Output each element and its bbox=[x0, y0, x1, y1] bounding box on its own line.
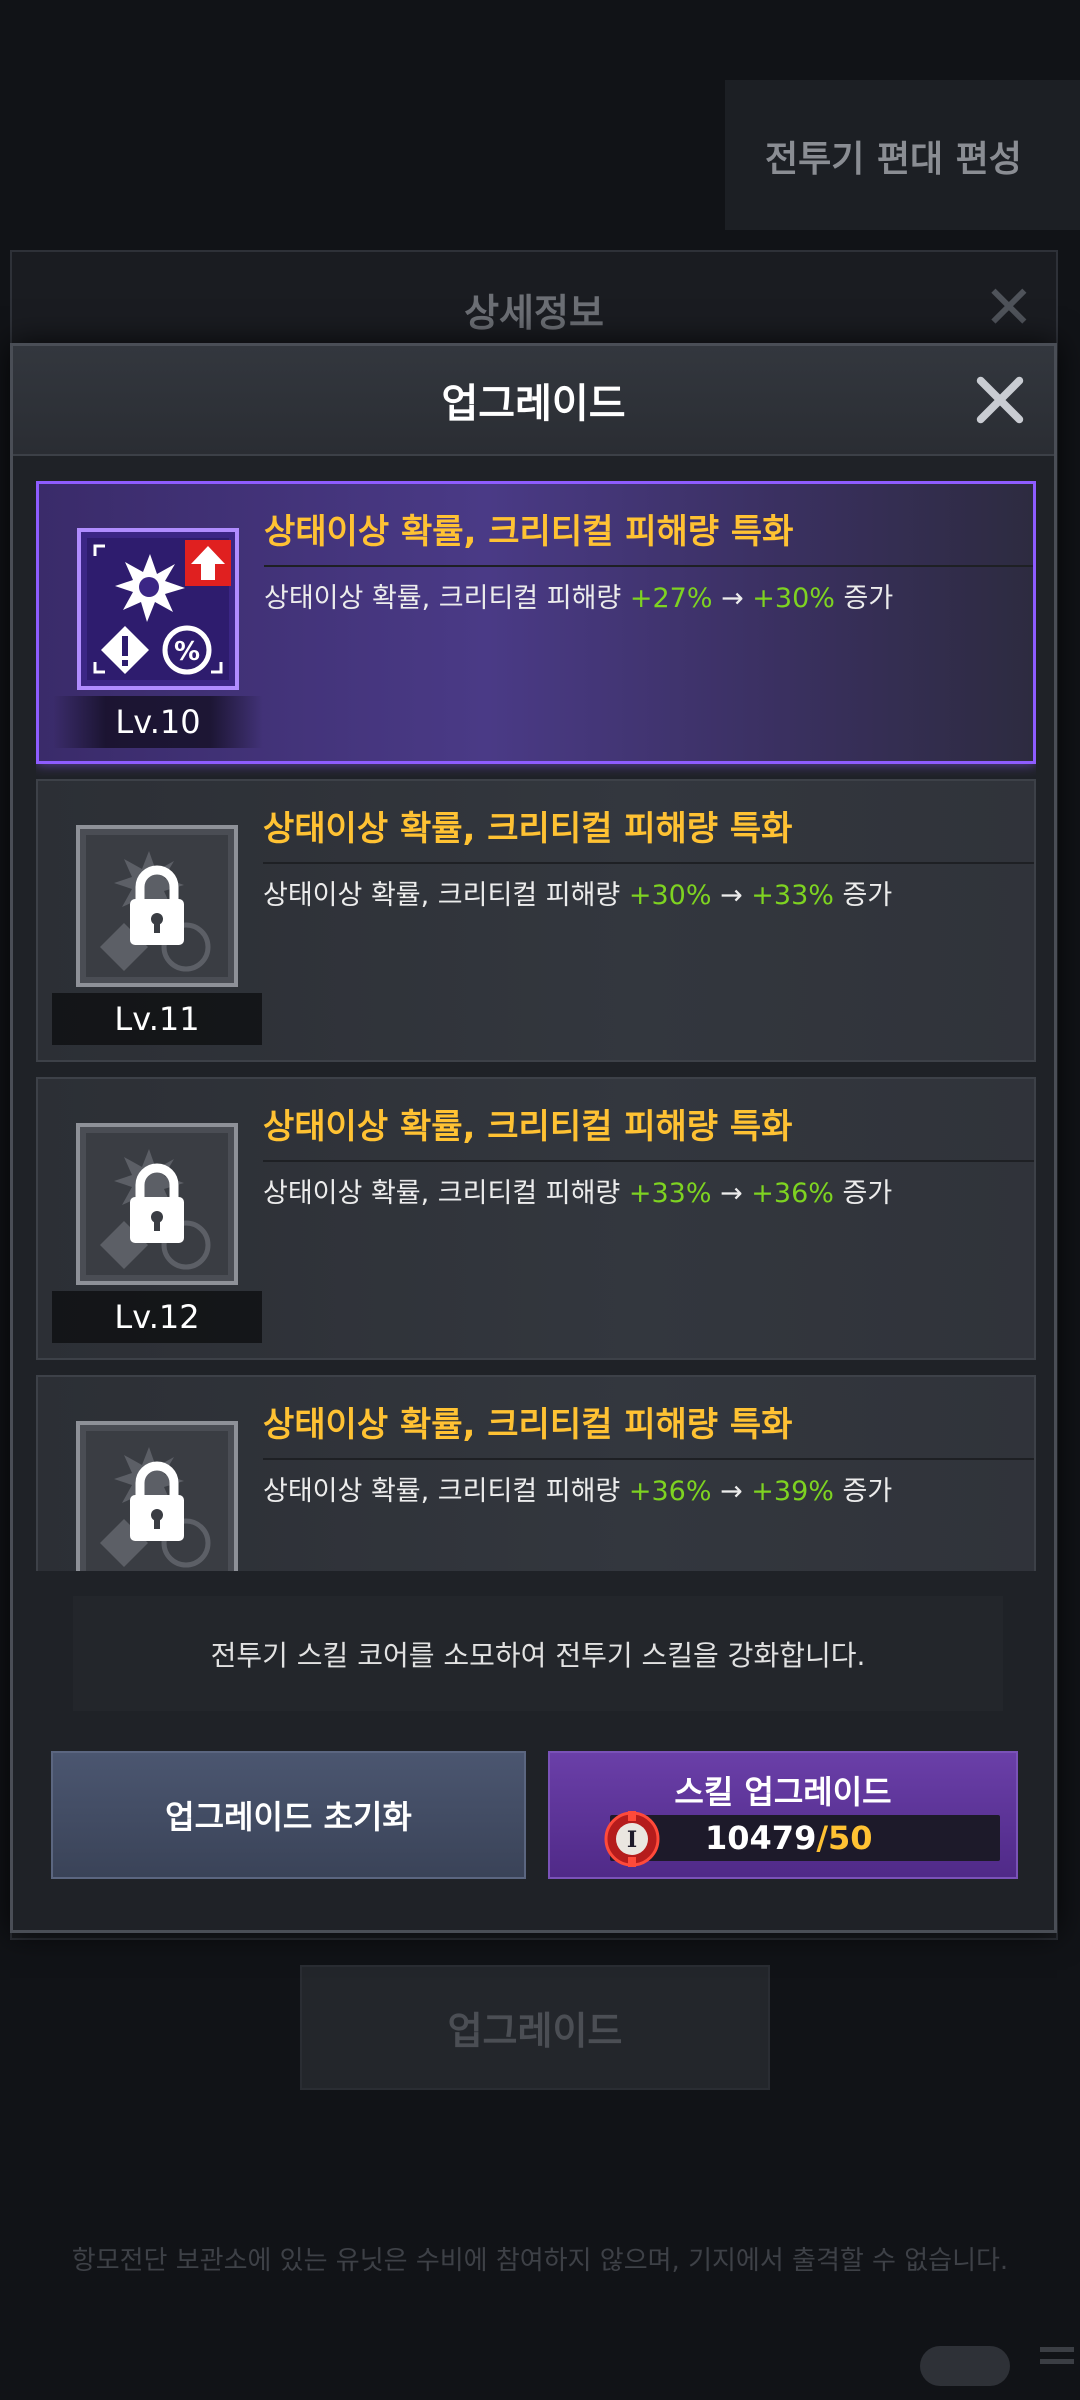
arrow-icon: → bbox=[720, 1178, 743, 1209]
skill-upgrade-label: 스킬 업그레이드 bbox=[674, 1773, 892, 1811]
card-title: 상태이상 확률, 크리티컬 피해량 특화 bbox=[263, 801, 1034, 864]
owned-count: 10479 bbox=[705, 1819, 817, 1857]
upgrade-card[interactable]: % Lv.10 상태이상 확률, 크리티컬 피해량 특화 상태이상 확률, 크리… bbox=[36, 481, 1036, 764]
skill-core-icon: I bbox=[602, 1809, 662, 1869]
desc-text: 상태이상 확률, 크리티컬 피해량 bbox=[264, 583, 630, 614]
card-title: 상태이상 확률, 크리티컬 피해량 특화 bbox=[264, 504, 1033, 567]
locked-skill-icon bbox=[74, 1121, 240, 1287]
value-to: +33% bbox=[751, 880, 834, 911]
menu-icon bbox=[1040, 2340, 1074, 2371]
card-description: 상태이상 확률, 크리티컬 피해량 +36% → +39% 증가 bbox=[263, 1469, 1034, 1508]
locked-skill-icon bbox=[74, 823, 240, 989]
cost-separator: / bbox=[816, 1819, 829, 1857]
background-tabs: 전투기 편대 편성 bbox=[0, 80, 1080, 230]
detail-title: 상세정보 bbox=[464, 291, 604, 335]
close-button[interactable] bbox=[964, 364, 1036, 436]
card-description: 상태이상 확률, 크리티컬 피해량 +27% → +30% 증가 bbox=[264, 576, 1033, 615]
value-from: +27% bbox=[629, 583, 713, 614]
arrow-icon: → bbox=[720, 1476, 743, 1507]
cost-value: 10479/50 bbox=[705, 1819, 873, 1857]
svg-text:I: I bbox=[627, 1827, 637, 1853]
card-description: 상태이상 확률, 크리티컬 피해량 +33% → +36% 증가 bbox=[263, 1171, 1034, 1210]
background-upgrade-button: 업그레이드 bbox=[300, 1965, 770, 2090]
card-description: 상태이상 확률, 크리티컬 피해량 +30% → +33% 증가 bbox=[263, 873, 1034, 912]
card-title: 상태이상 확률, 크리티컬 피해량 특화 bbox=[263, 1397, 1034, 1460]
desc-suffix: 증가 bbox=[833, 880, 893, 911]
value-to: +30% bbox=[752, 583, 835, 614]
skill-icon: % bbox=[75, 526, 241, 692]
tab-fighter-formation: 전투기 편대 편성 bbox=[765, 139, 1022, 180]
value-from: +36% bbox=[628, 1476, 712, 1507]
upgrade-card[interactable]: 상태이상 확률, 크리티컬 피해량 특화 상태이상 확률, 크리티컬 피해량 +… bbox=[36, 1375, 1036, 1571]
svg-text:%: % bbox=[174, 637, 200, 667]
modal-header: 업그레이드 bbox=[13, 346, 1054, 456]
value-from: +30% bbox=[628, 880, 712, 911]
close-icon bbox=[976, 376, 1024, 424]
reset-upgrade-button[interactable]: 업그레이드 초기화 bbox=[51, 1751, 526, 1879]
desc-text: 상태이상 확률, 크리티컬 피해량 bbox=[263, 880, 629, 911]
desc-suffix: 증가 bbox=[833, 1178, 893, 1209]
background-toggle bbox=[920, 2346, 1010, 2386]
desc-suffix: 증가 bbox=[833, 1476, 893, 1507]
level-label: Lv.11 bbox=[52, 993, 262, 1045]
skill-upgrade-button[interactable]: 스킬 업그레이드 I 10479/50 bbox=[548, 1751, 1018, 1879]
upgrade-card[interactable]: Lv.11 상태이상 확률, 크리티컬 피해량 특화 상태이상 확률, 크리티컬… bbox=[36, 779, 1036, 1062]
level-label: Lv.12 bbox=[52, 1291, 262, 1343]
value-from: +33% bbox=[628, 1178, 712, 1209]
modal-title: 업그레이드 bbox=[441, 381, 626, 427]
upgrade-card[interactable]: Lv.12 상태이상 확률, 크리티컬 피해량 특화 상태이상 확률, 크리티컬… bbox=[36, 1077, 1036, 1360]
value-to: +36% bbox=[751, 1178, 834, 1209]
footer-note: 항모전단 보관소에 있는 유닛은 수비에 참여하지 않으며, 기지에서 출격할 … bbox=[71, 2246, 1009, 2276]
upgrade-list[interactable]: % Lv.10 상태이상 확률, 크리티컬 피해량 특화 상태이상 확률, 크리… bbox=[36, 481, 1036, 1571]
upgrade-notice: 전투기 스킬 코어를 소모하여 전투기 스킬을 강화합니다. bbox=[73, 1596, 1003, 1711]
card-title: 상태이상 확률, 크리티컬 피해량 특화 bbox=[263, 1099, 1034, 1162]
detail-close-icon: ✕ bbox=[983, 273, 1034, 343]
level-label: Lv.10 bbox=[53, 696, 263, 748]
arrow-icon: → bbox=[721, 583, 744, 614]
upgrade-modal: 업그레이드 % Lv.10 상태이상 확률, 크리티컬 피해량 특화 상태이상 … bbox=[10, 343, 1057, 1933]
locked-skill-icon bbox=[74, 1419, 240, 1571]
required-count: 50 bbox=[828, 1819, 873, 1857]
desc-suffix: 증가 bbox=[834, 583, 894, 614]
arrow-icon: → bbox=[720, 880, 743, 911]
desc-text: 상태이상 확률, 크리티컬 피해량 bbox=[263, 1178, 629, 1209]
desc-text: 상태이상 확률, 크리티컬 피해량 bbox=[263, 1476, 629, 1507]
value-to: +39% bbox=[751, 1476, 834, 1507]
